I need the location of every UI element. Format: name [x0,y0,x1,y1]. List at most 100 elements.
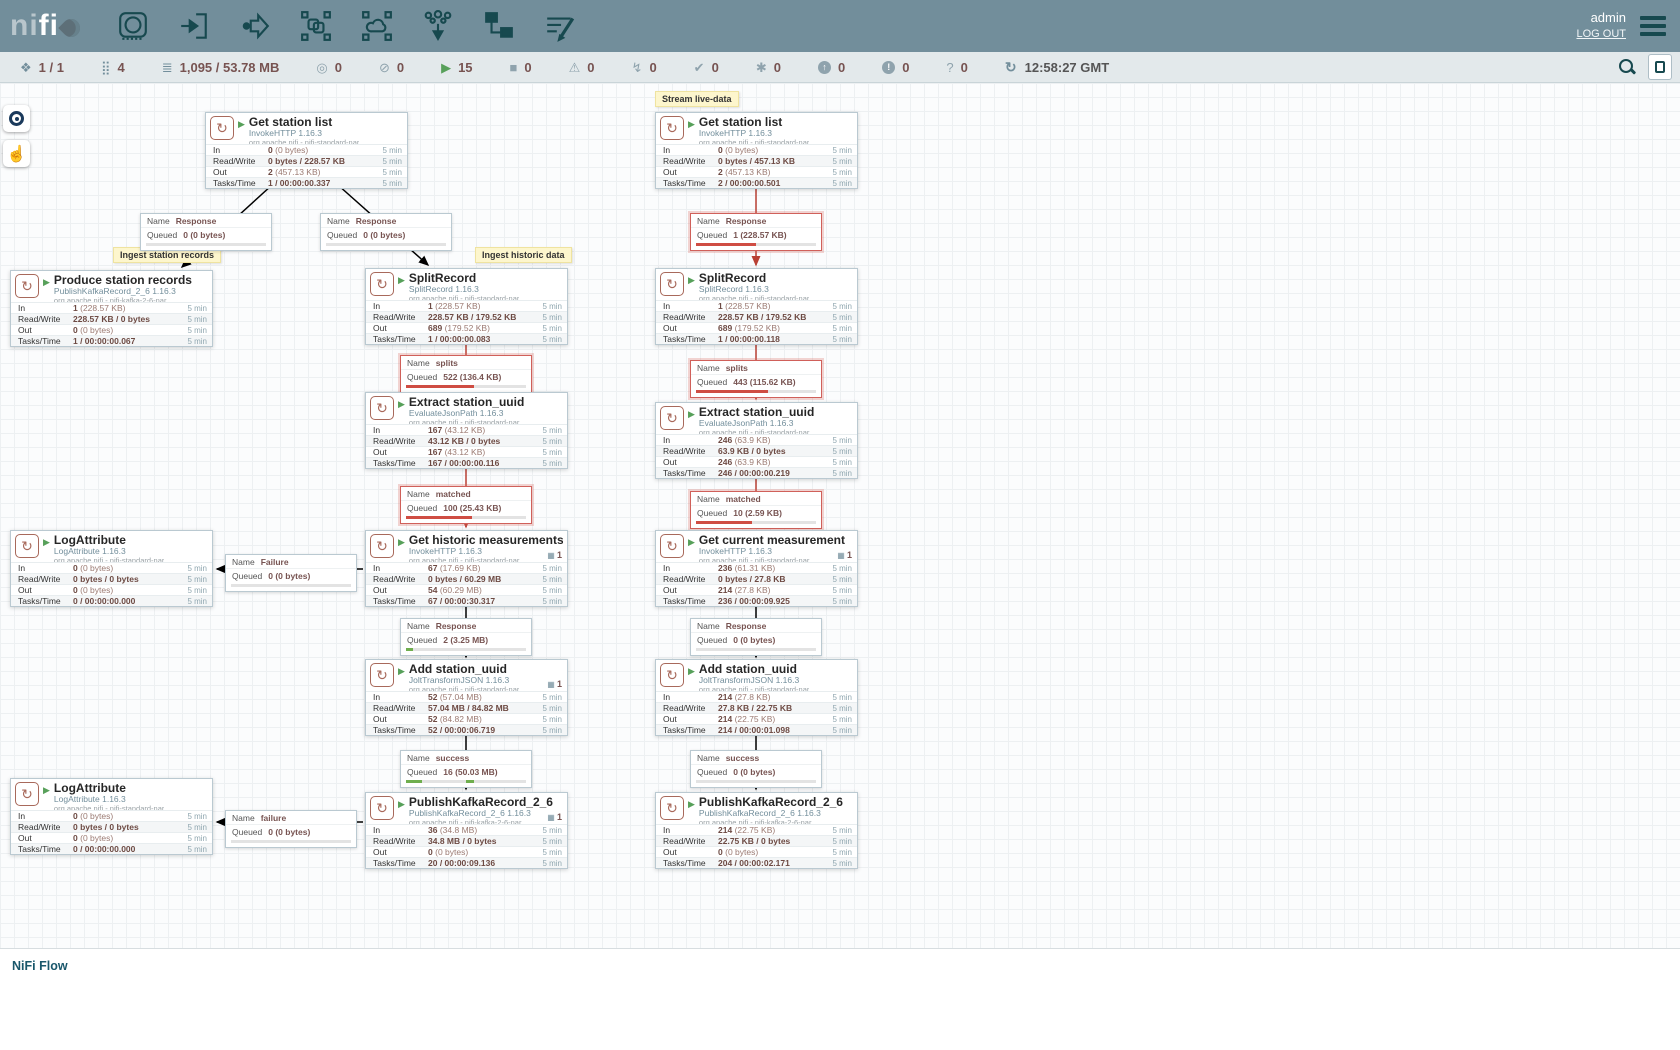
flow-label[interactable]: Ingest historic data [475,247,572,263]
queue-label[interactable]: NameResponseQueued0 (0 bytes) [690,618,822,656]
stat-window: 5 min [178,822,212,833]
template-icon[interactable] [482,9,516,43]
stat-label: Read/Write [656,312,718,323]
processor-card[interactable]: ↻▶Get station listInvokeHTTP 1.16.3org.a… [655,112,858,189]
queue-name-label: Name [232,813,255,823]
stat-row: Tasks/Time52 / 00:00:06.7195 min [366,724,567,735]
sync-failure-icon: ? [946,61,953,74]
processor-card[interactable]: ↻▶Extract station_uuidEvaluateJsonPath 1… [365,392,568,469]
queue-count: 0 (0 bytes) [268,827,310,837]
processor-card[interactable]: ↻▶LogAttributeLogAttribute 1.16.3org.apa… [10,530,213,607]
stat-label: In [656,145,718,156]
queue-label[interactable]: NameResponseQueued0 (0 bytes) [140,213,272,251]
stat-label: Read/Write [366,703,428,714]
queue-label[interactable]: NamesplitsQueued443 (115.62 KB) [690,360,822,398]
stat-label: Tasks/Time [656,178,718,189]
input-port-icon[interactable] [177,9,211,43]
stat-value: 1 (228.57 KB) [718,301,823,312]
stat-value: 214 / 00:00:01.098 [718,725,823,736]
stat-window: 5 min [823,457,857,468]
search-icon[interactable] [1618,58,1636,76]
panel-icon [1655,61,1665,73]
flow-canvas[interactable]: ☝ Stream live-dataIngest station records… [0,83,1680,948]
queue-label[interactable]: NamesuccessQueued0 (0 bytes) [690,750,822,788]
stat-window: 5 min [823,435,857,446]
stat-value: 167 (43.12 KB) [428,447,533,458]
breadcrumb-nifi-flow[interactable]: NiFi Flow [12,959,68,973]
processor-header: ↻▶Extract station_uuidEvaluateJsonPath 1… [366,393,567,424]
queue-label[interactable]: NamesuccessQueued16 (50.03 MB) [400,750,532,788]
panel-toggle-button[interactable] [1648,54,1672,80]
status-counter-value: 15 [458,60,472,75]
processor-header: ↻▶Produce station recordsPublishKafkaRec… [11,271,212,302]
output-port-icon[interactable] [238,9,272,43]
stat-row: In67 (17.69 KB)5 min [366,562,567,573]
run-status-icon: ▶ [688,275,695,300]
processor-type-icon: ↻ [15,782,39,806]
logout-link[interactable]: LOG OUT [1576,27,1626,41]
queue-label[interactable]: NamematchedQueued10 (2.59 KB) [690,491,822,529]
queue-name-label: Name [232,557,255,567]
stat-label: Out [656,323,718,334]
stat-value: 246 (63.9 KB) [718,435,823,446]
flow-label[interactable]: Stream live-data [655,91,739,107]
status-counter-value: 0 [335,60,342,75]
queue-label[interactable]: NameResponseQueued0 (0 bytes) [320,213,452,251]
queue-label[interactable]: NamematchedQueued100 (25.43 KB) [400,486,532,524]
global-menu-icon[interactable] [1640,16,1666,36]
processor-type-icon: ↻ [660,796,684,820]
processor-card[interactable]: ↻▶Get current measurementInvokeHTTP 1.16… [655,530,858,607]
processor-card[interactable]: ↻▶Produce station recordsPublishKafkaRec… [10,270,213,347]
processor-type-icon: ↻ [210,116,234,140]
backpressure-bar [696,521,816,524]
stat-window: 5 min [178,325,212,336]
processor-card[interactable]: ↻▶PublishKafkaRecord_2_6PublishKafkaReco… [365,792,568,869]
processor-card[interactable]: ↻▶Add station_uuidJoltTransformJSON 1.16… [655,659,858,736]
extension-target-button[interactable] [3,105,30,132]
stat-row: Tasks/Time67 / 00:00:30.3175 min [366,595,567,606]
queue-name-label: Name [407,621,430,631]
stat-row: Read/Write0 bytes / 228.57 KB5 min [206,155,407,166]
processor-icon[interactable] [116,9,150,43]
stat-window: 5 min [533,858,567,869]
stat-label: Out [11,585,73,596]
processor-card[interactable]: ↻▶PublishKafkaRecord_2_6PublishKafkaReco… [655,792,858,869]
stat-value: 67 / 00:00:30.317 [428,596,533,607]
funnel-icon[interactable] [421,9,455,43]
processor-card[interactable]: ↻▶LogAttributeLogAttribute 1.16.3org.apa… [10,778,213,855]
stat-label: Read/Write [656,574,718,585]
active-threads-badge: ▦ 1 [547,812,562,822]
stat-label: In [366,425,428,436]
stat-window: 5 min [533,334,567,345]
processor-card[interactable]: ↻▶SplitRecordSplitRecord 1.16.3org.apach… [365,268,568,345]
refresh-icon[interactable]: ↻ [1005,59,1017,76]
queue-label[interactable]: NameResponseQueued2 (3.25 MB) [400,618,532,656]
processor-card[interactable]: ↻▶Add station_uuidJoltTransformJSON 1.16… [365,659,568,736]
stat-label: Read/Write [366,574,428,585]
processor-header: ↻▶LogAttributeLogAttribute 1.16.3org.apa… [11,531,212,562]
queue-queued-label: Queued [697,230,727,240]
processor-card[interactable]: ↻▶SplitRecordSplitRecord 1.16.3org.apach… [655,268,858,345]
current-user: admin [1576,10,1626,27]
queue-label[interactable]: NameFailureQueued0 (0 bytes) [225,554,357,592]
extension-hand-button[interactable]: ☝ [3,140,30,167]
process-group-icon[interactable] [299,9,333,43]
queue-relationship: matched [436,489,471,499]
queue-label[interactable]: NameResponseQueued1 (228.57 KB) [690,213,822,251]
queue-label[interactable]: NamesplitsQueued522 (136.4 KB) [400,355,532,393]
status-counter-value: 1,095 / 53.78 MB [180,60,280,75]
stat-value: 27.8 KB / 22.75 KB [718,703,823,714]
queue-label[interactable]: NamefailureQueued0 (0 bytes) [225,810,357,848]
remote-process-group-icon[interactable] [360,9,394,43]
stat-label: Tasks/Time [656,725,718,736]
stat-label: In [656,435,718,446]
active-threads-badge: ▦ 1 [837,550,852,560]
processor-card[interactable]: ↻▶Extract station_uuidEvaluateJsonPath 1… [655,402,858,479]
status-counter: ⣿4 [101,60,125,75]
stat-row: Out689 (179.52 KB)5 min [366,322,567,333]
processor-card[interactable]: ↻▶Get historic measurementsInvokeHTTP 1.… [365,530,568,607]
stat-value: 228.57 KB / 179.52 KB [718,312,823,323]
label-icon[interactable] [543,9,577,43]
queue-relationship: Response [176,216,217,226]
processor-card[interactable]: ↻▶Get station listInvokeHTTP 1.16.3org.a… [205,112,408,189]
